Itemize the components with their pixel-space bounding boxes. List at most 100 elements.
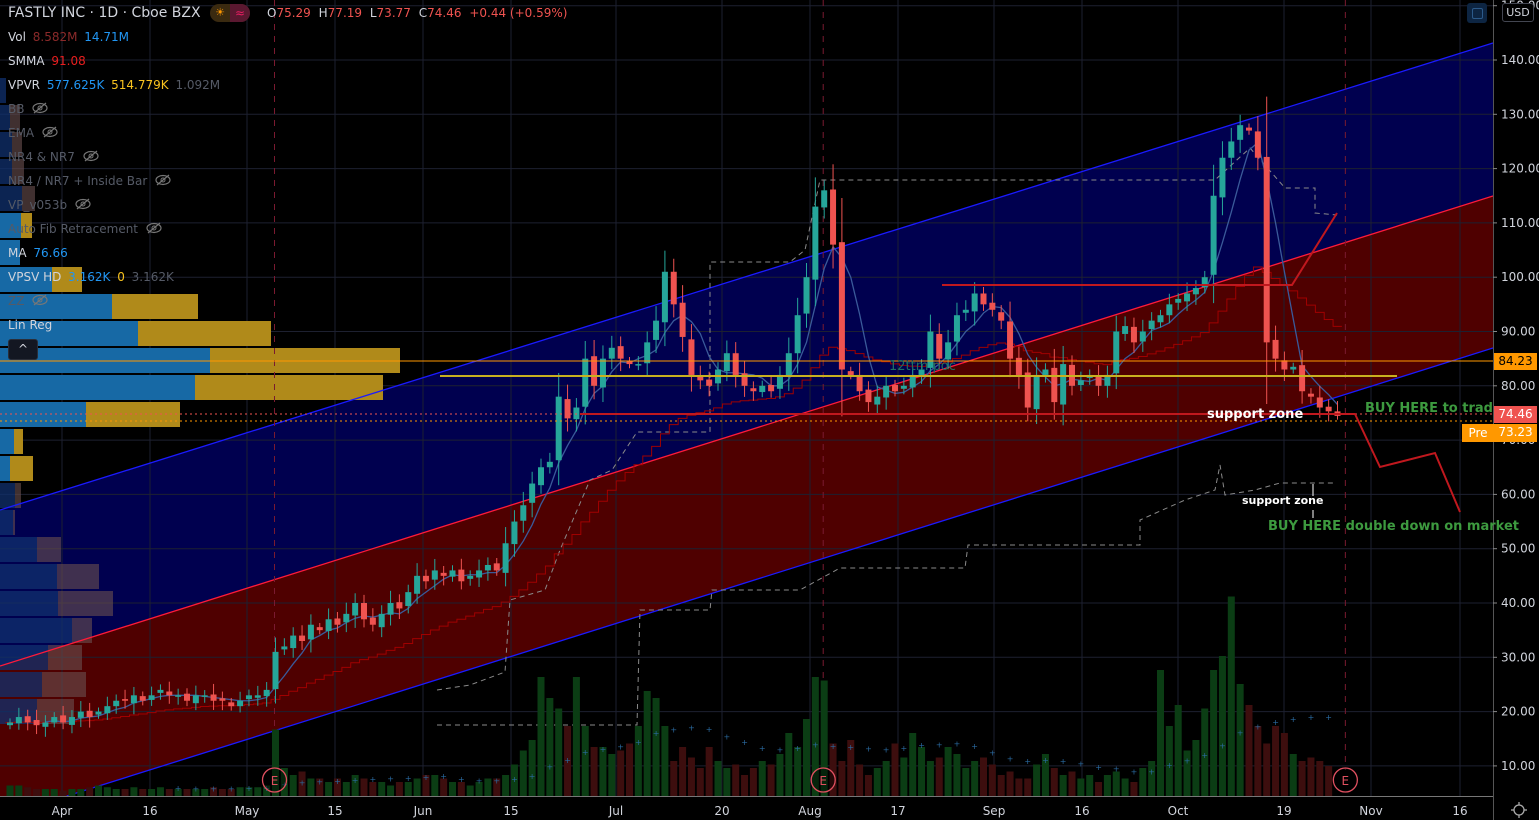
volume-ma-marker: + <box>1219 742 1226 751</box>
volume-bar <box>767 764 775 796</box>
eye-hidden-icon[interactable] <box>75 198 91 214</box>
session-status-pill[interactable]: ☀ ≈ <box>210 4 250 22</box>
legend-row-bb[interactable]: BB <box>8 101 49 118</box>
volume-bar <box>926 761 934 796</box>
volume-bar <box>705 747 713 796</box>
earnings-marker[interactable]: E <box>261 767 288 793</box>
volume-bar <box>599 747 607 796</box>
volume-bar <box>555 708 563 796</box>
time-tick-label: 15 <box>503 804 518 818</box>
volume-bar <box>723 768 731 796</box>
legend-row-lin-reg[interactable]: Lin Reg <box>8 317 52 333</box>
candle <box>1334 401 1341 420</box>
symbol-label[interactable]: FASTLY INC · 1D · Cboe BZX <box>8 5 201 21</box>
indicator-name: VP_v053b <box>8 198 68 212</box>
volume-ma-marker: + <box>688 724 695 733</box>
settings-gear-icon[interactable] <box>1511 802 1527 818</box>
collapse-legend-button[interactable]: ^ <box>8 339 38 360</box>
vp-up-bar <box>0 375 195 400</box>
eye-hidden-icon[interactable] <box>155 174 171 190</box>
time-tick-label: 15 <box>327 804 342 818</box>
legend-row-vpsv-hd[interactable]: VPSV HD 3.162K 0 3.162K <box>8 269 174 285</box>
vp-up-bar <box>0 429 14 454</box>
volume-ma-marker: + <box>582 748 589 757</box>
volume-bar <box>1227 596 1235 796</box>
volume-bar <box>404 782 412 796</box>
volume-bar <box>1307 757 1315 796</box>
volume-bar <box>1130 782 1138 796</box>
currency-button[interactable]: USD <box>1502 3 1534 22</box>
high-value: 77.19 <box>327 6 363 20</box>
legend-row-vp-v053b[interactable]: VP_v053b <box>8 197 91 214</box>
volume-bar <box>572 677 580 796</box>
time-tick-label: Aug <box>798 804 821 818</box>
volume-bar <box>608 754 616 796</box>
volume-ma-marker: + <box>1237 728 1244 737</box>
layout-toggle-button[interactable] <box>1467 3 1487 23</box>
volume-bar <box>626 743 633 796</box>
volume-bar <box>103 787 111 796</box>
close-value: 74.46 <box>427 6 462 20</box>
time-tick-label: 16 <box>1452 804 1467 818</box>
volume-bar <box>971 761 979 796</box>
volume-bar <box>1095 782 1103 796</box>
price-chart[interactable]: + + + + + + + + + + + + + + + + + + + + + + + + + + + + + + + + + + + + + + + +… <box>0 0 1539 820</box>
legend-row-smma[interactable]: SMMA 91.08 <box>8 53 86 69</box>
volume-ma-marker: + <box>1201 751 1208 760</box>
earnings-marker[interactable]: E <box>810 767 836 793</box>
volume-ma-marker: + <box>1184 757 1191 766</box>
volume-bar <box>165 789 173 796</box>
buy-note-1-clip: BUY HERE to trade t <box>1365 401 1493 416</box>
volume-bar <box>449 782 456 796</box>
legend-row-nr4-nr7[interactable]: NR4 & NR7 <box>8 149 99 166</box>
volume-bar <box>1236 684 1244 796</box>
volume-bar <box>1050 768 1058 796</box>
price-axis[interactable]: 150.00140.00130.00120.00110.00100.0090.0… <box>1493 0 1539 773</box>
volume-bar <box>1103 775 1111 796</box>
volume-bar <box>1316 761 1324 796</box>
volume-bar <box>634 726 642 796</box>
eye-hidden-icon[interactable] <box>146 222 162 238</box>
low-label: L <box>369 6 377 20</box>
volume-ma-marker: + <box>1077 759 1084 768</box>
wave-icon: ≈ <box>230 4 250 22</box>
volume-ma-marker: + <box>1060 757 1067 766</box>
legend-row-zz[interactable]: ZZ <box>8 293 49 310</box>
symbol-title[interactable]: FASTLY INC · 1D · Cboe BZX <box>8 5 201 21</box>
volume-ma-marker: + <box>1042 756 1049 765</box>
legend-row-vpvr[interactable]: VPVR 577.625K 514.779K 1.092M <box>8 77 220 93</box>
eye-hidden-icon[interactable] <box>42 126 58 142</box>
volume-ma-marker: + <box>936 740 943 749</box>
volume-bar <box>86 787 94 796</box>
volume-ma-marker: + <box>1113 765 1120 774</box>
legend-row-vol[interactable]: Vol 8.582M 14.71M <box>8 29 129 45</box>
volume-bar <box>378 782 386 796</box>
volume-bar <box>537 677 545 796</box>
volume-bar <box>856 764 864 796</box>
volume-ma-marker: + <box>1024 757 1031 766</box>
volume-bar <box>289 775 297 796</box>
price-tick-label: 50.00 <box>1501 542 1535 556</box>
time-tick-label: 16 <box>142 804 157 818</box>
volume-bar <box>900 757 908 796</box>
volume-bar <box>873 768 881 796</box>
legend-row-nr4-nr7-inside-bar[interactable]: NR4 / NR7 + Inside Bar <box>8 173 171 190</box>
time-tick-label: May <box>235 804 260 818</box>
volume-bar <box>1015 778 1023 796</box>
eye-hidden-icon[interactable] <box>32 102 49 118</box>
time-axis[interactable]: Apr 16 May 15 Jun 15 Jul 20 Aug 17 Sep 16 Oct 19 Nov 16 <box>52 804 1468 818</box>
indicator-name: ZZ <box>8 294 25 308</box>
volume-ma-marker: + <box>989 748 996 757</box>
high-label: H <box>318 6 328 20</box>
legend-row-ema[interactable]: EMA <box>8 125 58 142</box>
volume-bar <box>997 775 1005 796</box>
eye-hidden-icon[interactable] <box>32 294 49 310</box>
volume-bar <box>1112 771 1120 796</box>
volume-bar <box>484 778 492 796</box>
earnings-marker[interactable]: E <box>1332 767 1358 793</box>
legend-row-auto-fib-retracement[interactable]: Auto Fib Retracement <box>8 221 162 238</box>
volume-ma-marker: + <box>812 740 819 749</box>
vp-up-bar <box>0 645 48 670</box>
legend-row-ma[interactable]: MA 76.66 <box>8 245 68 261</box>
eye-hidden-icon[interactable] <box>83 150 99 166</box>
